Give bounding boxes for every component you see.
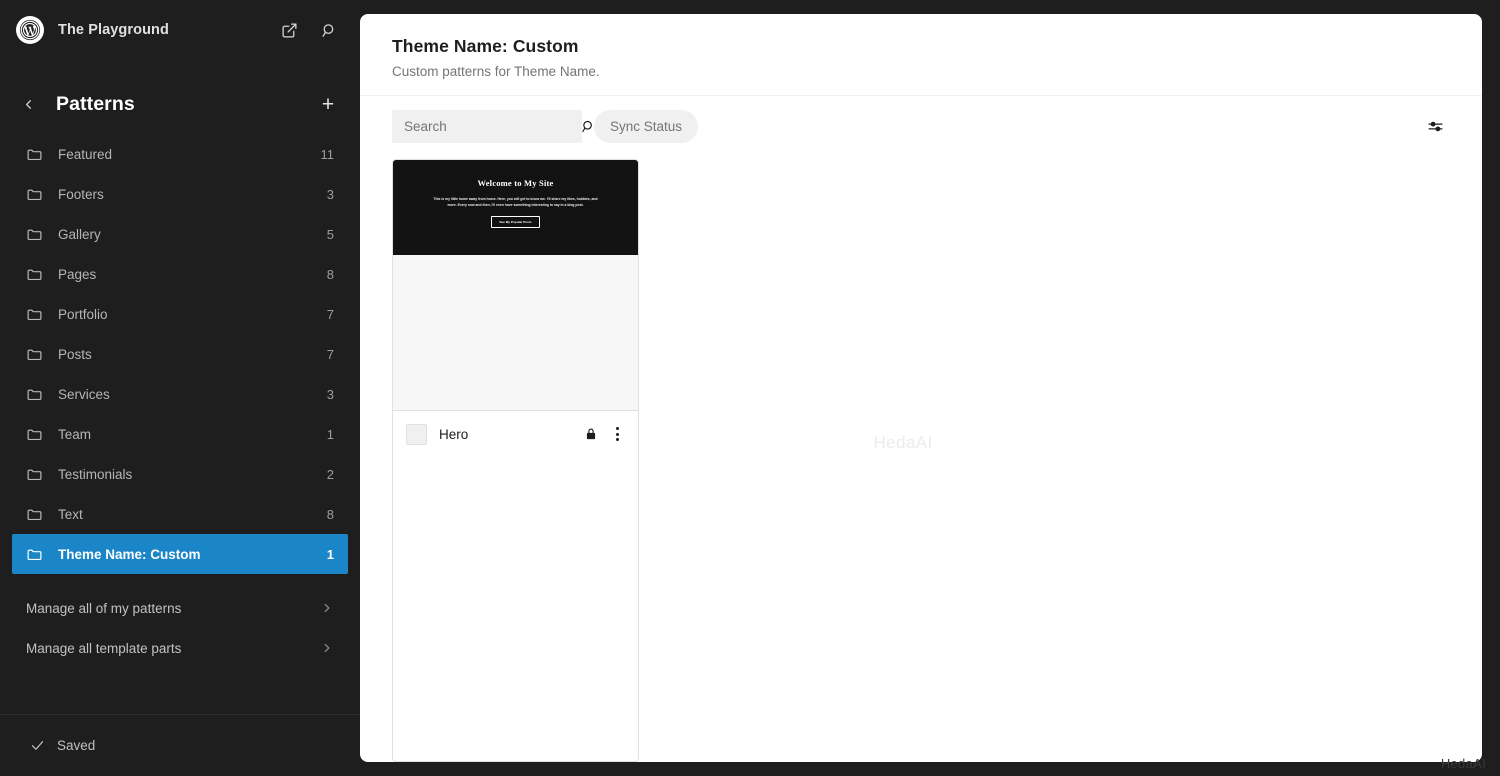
folder-icon: [26, 426, 44, 443]
manage-all-my-patterns-link[interactable]: Manage all of my patterns: [12, 588, 348, 628]
sidebar-item-label: Services: [58, 386, 110, 402]
chevron-right-icon: [320, 641, 334, 655]
pattern-card[interactable]: Welcome to My Site This is my little hom…: [392, 159, 639, 762]
external-link-icon[interactable]: [276, 17, 302, 43]
save-status-bar[interactable]: Saved: [0, 714, 360, 776]
thumbnail-paragraph: This is my little home away from home. H…: [433, 197, 598, 208]
site-title: The Playground: [58, 22, 169, 38]
sidebar-item-count: 7: [326, 346, 334, 362]
folder-icon: [26, 506, 44, 523]
search-icon[interactable]: [316, 17, 342, 43]
sidebar-item-count: 11: [320, 146, 335, 162]
sidebar-item-label: Theme Name: Custom: [58, 546, 201, 562]
kebab-dot: [616, 438, 619, 441]
sidebar-item-count: 1: [326, 426, 334, 442]
page-title: Patterns: [56, 92, 135, 115]
sidebar: The Playground Patterns + Featured 11 Fo…: [0, 0, 360, 776]
sidebar-item-label: Posts: [58, 346, 92, 362]
sidebar-item-testimonials[interactable]: Testimonials 2: [12, 454, 348, 494]
chevron-right-icon: [320, 601, 334, 615]
main-header: Theme Name: Custom Custom patterns for T…: [360, 14, 1482, 96]
sidebar-item-label: Testimonials: [58, 466, 133, 482]
kebab-dot: [616, 432, 619, 436]
folder-icon: [26, 546, 44, 563]
sidebar-item-services[interactable]: Services 3: [12, 374, 348, 414]
sidebar-item-count: 8: [326, 266, 334, 282]
pattern-category-list: Featured 11 Footers 3 Gallery 5 Pages 8: [0, 134, 360, 574]
search-field-container[interactable]: [392, 110, 592, 143]
sidebar-item-label: Pages: [58, 266, 97, 282]
chevron-left-icon[interactable]: [14, 90, 42, 118]
folder-icon: [26, 386, 44, 403]
main-title: Theme Name: Custom: [392, 36, 579, 56]
app-root: The Playground Patterns + Featured 11 Fo…: [0, 0, 1500, 776]
sidebar-item-count: 7: [326, 306, 334, 322]
sidebar-item-theme-name-custom[interactable]: Theme Name: Custom 1: [12, 534, 348, 574]
manage-all-template-parts-link[interactable]: Manage all template parts: [12, 628, 348, 668]
folder-icon: [26, 266, 44, 283]
folder-icon: [26, 306, 44, 323]
site-bar: The Playground: [0, 0, 360, 60]
sidebar-item-text[interactable]: Text 8: [12, 494, 348, 534]
kebab-dot: [616, 427, 619, 430]
sidebar-item-featured[interactable]: Featured 11: [12, 134, 348, 174]
sidebar-item-label: Featured: [58, 146, 113, 162]
main-subtitle: Custom patterns for Theme Name.: [392, 64, 600, 79]
main-panel: Theme Name: Custom Custom patterns for T…: [360, 14, 1482, 762]
pattern-title: Hero: [439, 426, 469, 442]
sidebar-item-posts[interactable]: Posts 7: [12, 334, 348, 374]
thumbnail-cta-button: See My Popular Posts: [491, 215, 540, 228]
wordpress-logo-icon[interactable]: [16, 16, 44, 44]
pattern-thumbnail[interactable]: Welcome to My Site This is my little hom…: [393, 160, 638, 410]
manage-link-label: Manage all template parts: [26, 640, 182, 656]
sidebar-item-count: 8: [326, 506, 334, 522]
sidebar-item-label: Footers: [58, 186, 104, 202]
sidebar-item-pages[interactable]: Pages 8: [12, 254, 348, 294]
sidebar-item-gallery[interactable]: Gallery 5: [12, 214, 348, 254]
folder-icon: [26, 226, 44, 243]
kebab-menu-icon[interactable]: [610, 423, 625, 445]
save-status-label: Saved: [57, 738, 96, 753]
sidebar-item-label: Text: [58, 506, 83, 522]
sidebar-item-count: 3: [326, 386, 334, 402]
sidebar-item-count: 5: [326, 226, 334, 242]
watermark-text: HedaAI: [873, 432, 933, 452]
pattern-card-footer: Hero: [393, 410, 638, 457]
sidebar-item-label: Team: [58, 426, 92, 442]
sidebar-item-portfolio[interactable]: Portfolio 7: [12, 294, 348, 334]
manage-links: Manage all of my patterns Manage all tem…: [0, 574, 360, 668]
lock-icon: [584, 427, 598, 441]
patterns-header: Patterns +: [0, 60, 360, 134]
sidebar-item-count: 1: [326, 546, 334, 562]
folder-icon: [26, 466, 44, 483]
folder-icon: [26, 146, 44, 163]
sidebar-item-count: 3: [326, 186, 334, 202]
add-pattern-button[interactable]: +: [314, 90, 342, 118]
pattern-select-checkbox[interactable]: [406, 423, 427, 445]
sidebar-item-label: Portfolio: [58, 306, 108, 322]
sidebar-item-count: 2: [326, 466, 334, 482]
sync-status-filter-button[interactable]: Sync Status: [594, 110, 699, 143]
sidebar-item-team[interactable]: Team 1: [12, 414, 348, 454]
patterns-grid: Welcome to My Site This is my little hom…: [360, 155, 1482, 762]
manage-link-label: Manage all of my patterns: [26, 600, 182, 616]
folder-icon: [26, 346, 44, 363]
checkmark-icon: [30, 738, 45, 753]
thumbnail-heading: Welcome to My Site: [477, 178, 554, 188]
folder-icon: [26, 186, 44, 203]
sliders-filter-icon[interactable]: [1420, 112, 1450, 142]
main-panel-wrapper: Theme Name: Custom Custom patterns for T…: [360, 0, 1500, 776]
thumbnail-hero-section: Welcome to My Site This is my little hom…: [393, 160, 638, 255]
sidebar-item-label: Gallery: [58, 226, 101, 242]
search-input[interactable]: [404, 119, 581, 134]
sidebar-item-footers[interactable]: Footers 3: [12, 174, 348, 214]
toolbar: Sync Status: [360, 96, 1482, 155]
